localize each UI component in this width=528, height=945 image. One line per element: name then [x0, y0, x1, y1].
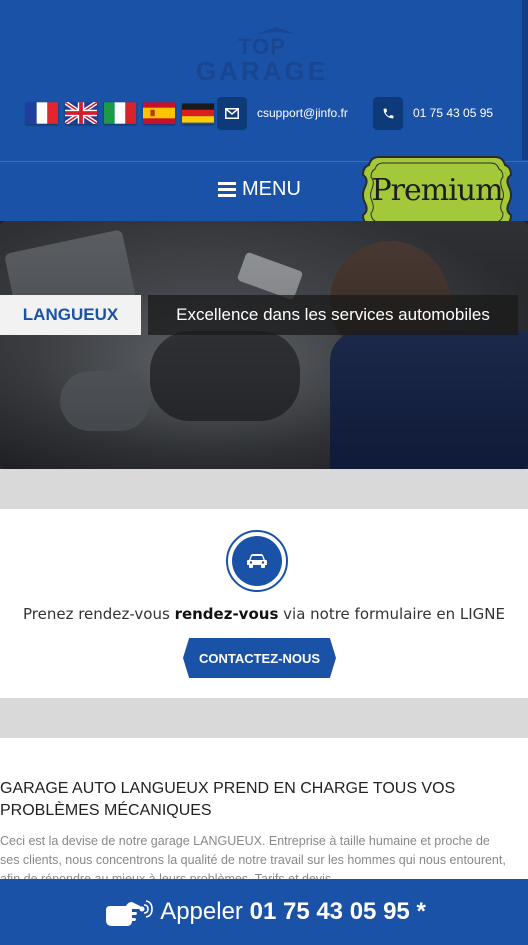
contact-us-button[interactable]: CONTACTEZ-NOUS — [183, 638, 336, 678]
email-button[interactable] — [217, 97, 247, 130]
hero-slogan: Excellence dans les services automobiles — [148, 295, 518, 335]
car-icon — [232, 536, 282, 586]
logo-cap-icon — [256, 27, 296, 34]
flag-en-icon[interactable] — [65, 102, 97, 124]
envelope-icon — [225, 108, 239, 119]
site-logo[interactable]: TOP GARAGE — [172, 24, 352, 84]
appointment-text: Prenez rendez-vous rendez-vous via notre… — [22, 605, 505, 623]
phone-button[interactable] — [373, 97, 403, 130]
hero-banner — [0, 221, 528, 469]
flag-de-icon[interactable] — [182, 102, 214, 124]
flag-fr-icon[interactable] — [26, 102, 58, 124]
menu-toggle[interactable]: MENU — [218, 178, 301, 201]
menu-label: MENU — [242, 178, 301, 200]
section-divider — [0, 698, 528, 738]
pointing-hand-icon — [106, 900, 154, 926]
language-selector — [26, 102, 214, 124]
flag-it-icon[interactable] — [104, 102, 136, 124]
call-label: Appeler 01 75 43 05 95 * — [160, 898, 426, 925]
call-bar[interactable]: Appeler 01 75 43 05 95 * — [0, 879, 528, 945]
hamburger-icon — [218, 181, 236, 198]
logo-line-2: GARAGE — [195, 56, 329, 86]
scrollbar[interactable] — [522, 0, 528, 160]
phone-icon — [383, 108, 393, 119]
hero-location: LANGUEUX — [0, 295, 141, 335]
premium-label: Premium — [371, 173, 503, 208]
article-title: GARAGE AUTO LANGUEUX PREND EN CHARGE TOU… — [0, 780, 456, 819]
flag-es-icon[interactable] — [143, 102, 175, 124]
logo-line-1: TOP — [238, 34, 286, 59]
contact-phone[interactable]: 01 75 43 05 95 — [413, 105, 493, 121]
section-divider — [0, 469, 528, 509]
contact-email[interactable]: csupport@jinfo.fr — [257, 105, 348, 121]
